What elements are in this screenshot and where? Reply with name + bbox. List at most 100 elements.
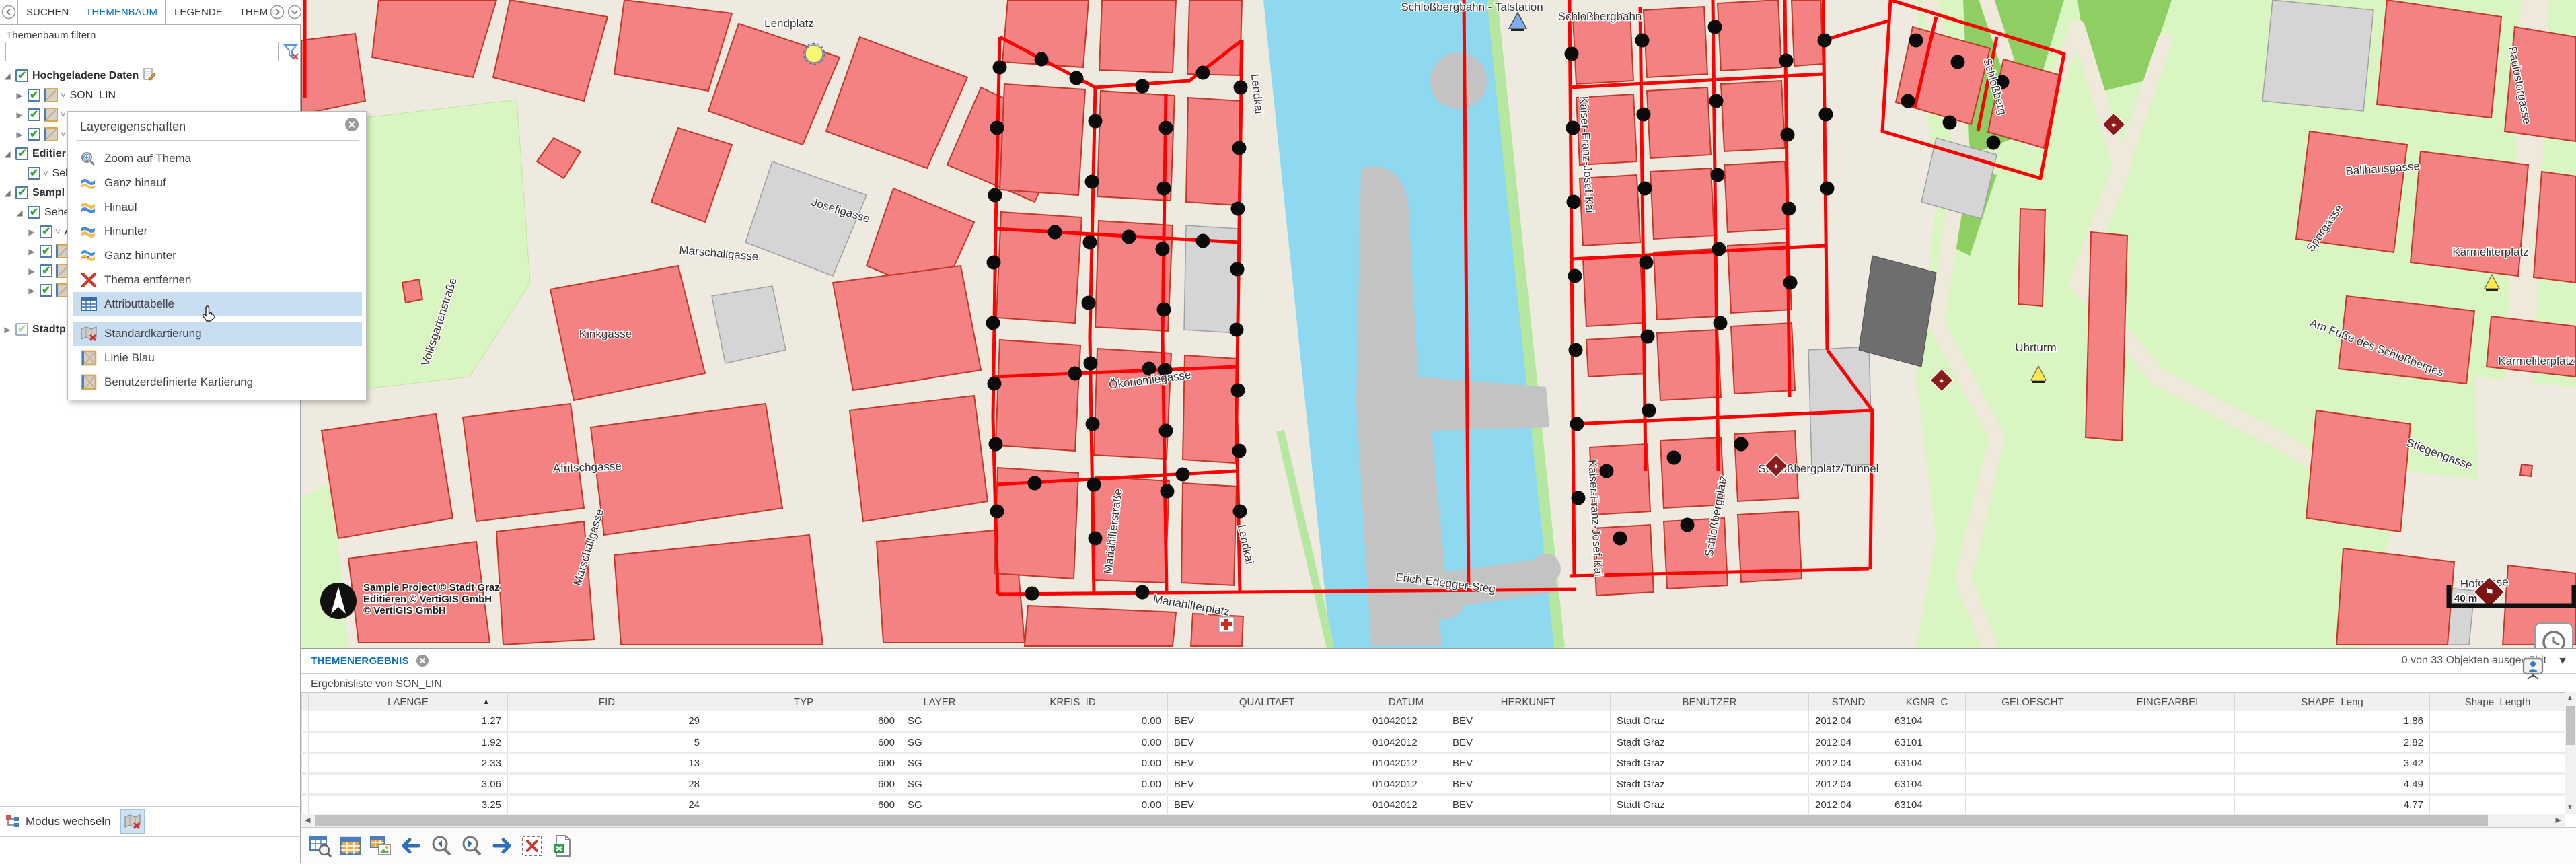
hscroll-thumb[interactable] xyxy=(315,815,2488,826)
layer-checkbox[interactable] xyxy=(40,284,52,297)
menu-item-hinauf[interactable]: Hinauf xyxy=(73,195,362,219)
menu-item-ganz-hinunter[interactable]: Ganz hinunter xyxy=(73,244,362,268)
presentation-icon[interactable] xyxy=(2521,657,2545,680)
table-row[interactable]: 3.0628600SG0.00BEV01042012BEVStadt Graz2… xyxy=(302,774,2565,795)
layer-thumbnail-icon[interactable] xyxy=(44,88,58,102)
layer-checkbox[interactable] xyxy=(28,128,40,141)
column-header-herkunft[interactable]: HERKUNFT xyxy=(1446,693,1611,711)
menu-item-zoom-auf-thema[interactable]: Zoom auf Thema xyxy=(73,147,362,171)
clear-selection-icon[interactable] xyxy=(521,834,544,857)
layer-checkbox[interactable] xyxy=(40,264,52,277)
next-icon[interactable] xyxy=(490,834,513,857)
zoom-previous-icon[interactable] xyxy=(430,834,453,857)
tree-item-hochgeladene-daten[interactable]: ◢Hochgeladene Daten xyxy=(3,66,156,85)
expander-closed-icon[interactable]: ▶ xyxy=(27,286,36,295)
attribute-table[interactable]: LAENGE▲FIDTYPLAYERKREIS_IDQUALITAETDATUM… xyxy=(301,692,2565,814)
table-map-icon[interactable] xyxy=(369,834,392,857)
tree-item-sehe[interactable]: ◢Sehe xyxy=(15,203,69,222)
column-header-benutzer[interactable]: BENUTZER xyxy=(1611,693,1809,711)
tabs-menu-icon[interactable] xyxy=(286,0,301,24)
column-header-shape_length[interactable]: Shape_Length xyxy=(2430,693,2565,711)
column-header-layer[interactable]: LAYER xyxy=(901,693,978,711)
edit-layer-icon[interactable] xyxy=(143,67,156,84)
tab-themenergebnis[interactable]: THEMENERGEBNIS xyxy=(311,655,409,667)
column-header-geloescht[interactable]: GELOESCHT xyxy=(1966,693,2100,711)
filter-input[interactable] xyxy=(5,42,279,61)
tab-themenergebnis[interactable]: THEMENERGEBNIS xyxy=(231,0,268,24)
tab-themenbaum[interactable]: THEMENBAUM xyxy=(77,0,165,24)
layer-checkbox[interactable] xyxy=(15,147,28,160)
expander-closed-icon[interactable]: ▶ xyxy=(27,247,36,256)
previous-icon[interactable] xyxy=(400,834,422,857)
layer-checkbox[interactable] xyxy=(15,69,28,82)
menu-item-hinunter[interactable]: Hinunter xyxy=(73,219,362,244)
chevron-down-icon[interactable]: ˅ xyxy=(61,90,66,100)
menu-item-linie-blau[interactable]: Linie Blau xyxy=(73,346,362,370)
column-header-stand[interactable]: STAND xyxy=(1809,693,1888,711)
layer-thumbnail-icon[interactable] xyxy=(44,108,58,122)
tree-item-a[interactable]: ▶˅A xyxy=(27,222,71,242)
expander-closed-icon[interactable]: ▶ xyxy=(27,266,36,276)
layer-checkbox[interactable] xyxy=(28,108,40,121)
column-header-eingearbei[interactable]: EINGEARBEI xyxy=(2100,693,2235,711)
column-header-typ[interactable]: TYP xyxy=(706,693,901,711)
column-header-shape_leng[interactable]: SHAPE_Leng xyxy=(2235,693,2430,711)
layer-checkbox[interactable] xyxy=(28,89,40,102)
column-header-kgnr_c[interactable]: KGNR_C xyxy=(1888,693,1966,711)
chevron-down-icon[interactable]: ˅ xyxy=(61,110,66,120)
vscroll-thumb[interactable] xyxy=(2566,706,2575,745)
filter-clear-icon[interactable] xyxy=(283,43,300,61)
layer-checkbox[interactable] xyxy=(40,245,52,258)
expander-closed-icon[interactable]: ▶ xyxy=(15,110,24,120)
collapse-panel-icon[interactable]: ▼ xyxy=(2557,655,2568,668)
layer-thumbnail-icon[interactable] xyxy=(44,127,58,141)
tab-legende[interactable]: LEGENDE xyxy=(165,0,231,24)
column-header-fid[interactable]: FID xyxy=(508,693,706,711)
expander-closed-icon[interactable]: ▶ xyxy=(15,130,24,139)
tabs-scroll-left-icon[interactable] xyxy=(0,0,17,24)
column-header-datum[interactable]: DATUM xyxy=(1366,693,1446,711)
table-search-icon[interactable] xyxy=(309,834,332,857)
chevron-down-icon[interactable]: ˅ xyxy=(43,168,48,178)
close-icon[interactable] xyxy=(344,117,359,132)
tree-item-seh[interactable]: ˅Seh xyxy=(15,164,71,183)
excel-export-icon[interactable] xyxy=(551,834,574,857)
vertical-scrollbar[interactable]: ▲ ▼ xyxy=(2565,692,2576,814)
tabs-scroll-right-icon[interactable] xyxy=(268,0,286,24)
layer-checkbox[interactable] xyxy=(40,225,52,238)
attribute-table-icon[interactable] xyxy=(339,834,362,857)
table-row[interactable]: 1.925600SG0.00BEV01042012BEVStadt Graz20… xyxy=(302,732,2565,753)
expander-closed-icon[interactable]: ▶ xyxy=(3,325,12,334)
column-header-qualitaet[interactable]: QUALITAET xyxy=(1168,693,1366,711)
menu-item-thema-entfernen[interactable]: Thema entfernen xyxy=(73,268,362,292)
map-viewport[interactable]: LendplatzJosefigasseKinkgasseMarschallga… xyxy=(301,0,2576,648)
expander-closed-icon[interactable]: ▶ xyxy=(15,91,24,100)
chevron-down-icon[interactable]: ˅ xyxy=(55,227,61,237)
results-close-icon[interactable] xyxy=(416,654,429,668)
tree-item-row3[interactable]: ▶˅ xyxy=(15,124,70,144)
expander-open-icon[interactable]: ◢ xyxy=(15,208,24,217)
expander-open-icon[interactable]: ◢ xyxy=(3,71,12,81)
standard-map-toggle[interactable] xyxy=(120,809,145,834)
horizontal-scrollbar[interactable]: ◀ ▶ xyxy=(301,814,2565,827)
menu-item-benutzerdefinierte-kartierung[interactable]: Benutzerdefinierte Kartierung xyxy=(73,370,362,394)
layer-checkbox[interactable] xyxy=(15,323,28,336)
tree-item-editier[interactable]: ◢Editier xyxy=(3,144,66,164)
expander-closed-icon[interactable]: ▶ xyxy=(27,227,36,237)
expander-open-icon[interactable]: ◢ xyxy=(3,149,12,159)
tree-item-row2[interactable]: ▶˅ xyxy=(15,105,70,124)
table-row[interactable]: 3.2524600SG0.00BEV01042012BEVStadt Graz2… xyxy=(302,795,2565,814)
menu-item-ganz-hinauf[interactable]: Ganz hinauf xyxy=(73,171,362,195)
column-header-kreis_id[interactable]: KREIS_ID xyxy=(978,693,1168,711)
mode-switch-bar[interactable]: Modus wechseln xyxy=(0,806,300,837)
expander-open-icon[interactable]: ◢ xyxy=(3,188,12,198)
tree-item-sampl[interactable]: ◢Sampl xyxy=(3,183,65,203)
layer-checkbox[interactable] xyxy=(28,206,40,219)
tree-item-son_lin[interactable]: ▶˅SON_LIN xyxy=(15,85,116,105)
chevron-down-icon[interactable]: ˅ xyxy=(61,129,66,139)
zoom-next-icon[interactable] xyxy=(460,834,483,857)
table-row[interactable]: 1.2729600SG0.00BEV01042012BEVStadt Graz2… xyxy=(302,711,2565,732)
layer-checkbox[interactable] xyxy=(28,167,40,180)
layer-checkbox[interactable] xyxy=(15,186,28,199)
table-row[interactable]: 2.3313600SG0.00BEV01042012BEVStadt Graz2… xyxy=(302,753,2565,774)
